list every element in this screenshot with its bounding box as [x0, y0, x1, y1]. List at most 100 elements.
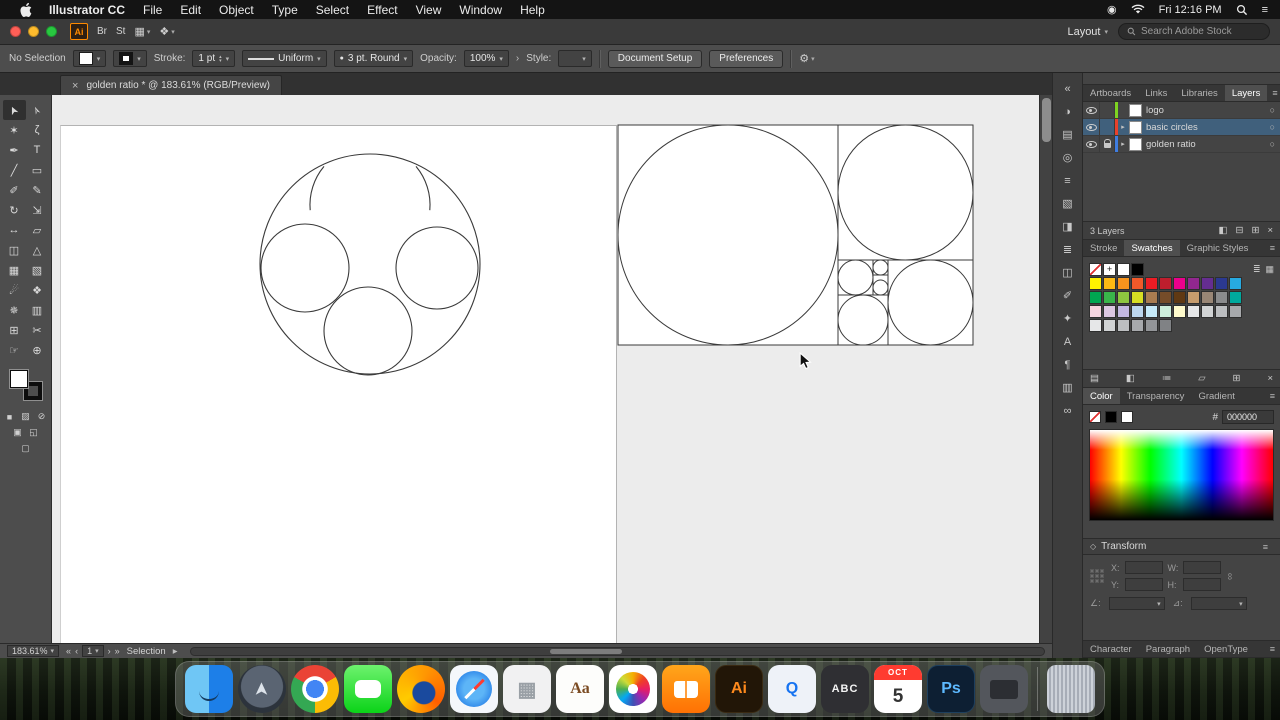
zoom-level-select[interactable]: 183.61% ▾ — [7, 645, 60, 657]
swatch-grid-view-icon[interactable]: ▦ — [1265, 264, 1274, 275]
tab-paragraph[interactable]: Paragraph — [1139, 641, 1197, 657]
dock-safari[interactable] — [450, 665, 498, 713]
align-panel-icon[interactable]: ≣ — [1058, 242, 1078, 257]
gradient-button[interactable]: ▨ — [20, 411, 31, 422]
swatch-ec008c[interactable] — [1173, 277, 1186, 290]
new-sublayer-icon[interactable]: ⊟ — [1236, 225, 1244, 236]
adobe-stock-search-input[interactable]: Search Adobe Stock — [1118, 23, 1270, 40]
tab-character[interactable]: Character — [1083, 641, 1139, 657]
panel-menu-icon[interactable]: ≡ — [1267, 85, 1280, 101]
gradient-panel-icon[interactable]: ▧ — [1058, 196, 1078, 211]
swatch-fffbcc[interactable] — [1173, 305, 1186, 318]
layer-lock-toggle[interactable] — [1100, 119, 1115, 135]
tab-transparency[interactable]: Transparency — [1120, 388, 1192, 404]
swatch-kinds-icon[interactable]: ◧ — [1126, 373, 1135, 384]
tab-graphic-styles[interactable]: Graphic Styles — [1180, 240, 1256, 256]
dock-chrome[interactable] — [291, 665, 339, 713]
menu-type[interactable]: Type — [263, 3, 307, 17]
swatch-d7df23[interactable] — [1131, 291, 1144, 304]
fill-indicator[interactable] — [8, 369, 29, 389]
reference-point-locator[interactable] — [1090, 569, 1104, 583]
prev-artboard-icon[interactable]: ‹ — [75, 646, 78, 656]
mesh-tool[interactable]: ▦ — [3, 260, 26, 280]
swatch-ffffff[interactable] — [1117, 263, 1130, 276]
first-artboard-icon[interactable]: « — [66, 646, 71, 656]
swatch-registration[interactable]: + — [1103, 263, 1116, 276]
swatch-bcbec0[interactable] — [1117, 319, 1130, 332]
layer-name[interactable]: golden ratio — [1146, 139, 1270, 150]
swatch-00a99d[interactable] — [1229, 291, 1242, 304]
shape-builder-tool[interactable]: ◫ — [3, 240, 26, 260]
links-panel-icon[interactable]: ∞ — [1058, 403, 1078, 418]
layer-name[interactable]: basic circles — [1146, 122, 1270, 133]
swatch-list-view-icon[interactable]: ≣ — [1253, 264, 1261, 275]
dock-photos[interactable] — [609, 665, 657, 713]
swatch-939598[interactable] — [1145, 319, 1158, 332]
tab-layers[interactable]: Layers — [1224, 85, 1268, 101]
layer-visibility-toggle[interactable] — [1083, 102, 1100, 118]
swatch-d1d3d4[interactable] — [1201, 305, 1214, 318]
menu-edit[interactable]: Edit — [171, 3, 210, 17]
swatch-2b3990[interactable] — [1215, 277, 1228, 290]
vertical-scrollbar[interactable] — [1039, 95, 1052, 643]
dock-utility-grid[interactable]: ▦ — [503, 665, 551, 713]
paintbrush-tool[interactable]: ✐ — [3, 180, 26, 200]
none-button[interactable]: ⊘ — [36, 411, 47, 422]
horizontal-scrollbar[interactable] — [190, 646, 1045, 656]
menu-file[interactable]: File — [134, 3, 171, 17]
new-color-group-icon[interactable]: ▱ — [1198, 373, 1205, 384]
color-spectrum[interactable] — [1089, 429, 1274, 521]
swatch-fdb913[interactable] — [1103, 277, 1116, 290]
direct-selection-tool[interactable]: ➢ — [26, 100, 49, 120]
layer-row-logo[interactable]: logo ○ — [1083, 102, 1280, 119]
swatch-603913[interactable] — [1173, 291, 1186, 304]
next-artboard-icon[interactable]: › — [108, 646, 111, 656]
blend-tool[interactable]: ❖ — [26, 280, 49, 300]
control-panel-options-icon[interactable]: ⚙ ▾ — [799, 52, 814, 65]
notification-center-icon[interactable]: ≡ — [1262, 4, 1268, 16]
transparency-panel-icon[interactable]: ◨ — [1058, 219, 1078, 234]
menubar-clock[interactable]: Fri 12:16 PM — [1159, 4, 1222, 16]
rotate-angle-select[interactable]: ▾ — [1108, 597, 1165, 610]
drawing-mode-button[interactable]: ▣ — [12, 427, 23, 438]
pen-tool[interactable]: ✒ — [3, 140, 26, 160]
swatch-libraries-icon[interactable]: ▤ — [1090, 373, 1099, 384]
workspace-switcher-icon[interactable]: ❖ ▾ — [159, 25, 174, 38]
dock-photoshop[interactable]: Ps — [927, 665, 975, 713]
dock-firefox[interactable] — [397, 665, 445, 713]
transform-x-input[interactable] — [1124, 561, 1163, 574]
tab-color[interactable]: Color — [1083, 388, 1120, 404]
swatch-c6eaf8[interactable] — [1145, 305, 1158, 318]
tab-links[interactable]: Links — [1138, 85, 1174, 101]
horizontal-scrollbar-thumb[interactable] — [549, 648, 622, 654]
apple-menu-icon[interactable] — [12, 2, 40, 17]
draw-behind-button[interactable]: ◱ — [28, 427, 39, 438]
swatch-cdeedb[interactable] — [1159, 305, 1172, 318]
transform-h-input[interactable] — [1183, 578, 1222, 591]
transform-w-input[interactable] — [1183, 561, 1222, 574]
swatch-a97c50[interactable] — [1145, 291, 1158, 304]
screen-record-icon[interactable]: ◉ — [1107, 3, 1117, 16]
dock-ibooks[interactable] — [662, 665, 710, 713]
opacity-input[interactable]: 100% ▾ — [463, 50, 509, 67]
bridge-button[interactable]: Br — [97, 26, 107, 37]
appearance-panel-icon[interactable]: ◎ — [1058, 150, 1078, 165]
zoom-tool[interactable]: ⊕ — [26, 340, 49, 360]
menubar-app-name[interactable]: Illustrator CC — [40, 3, 134, 17]
dock-trash[interactable] — [1047, 665, 1095, 713]
swatch-e6e7e8[interactable] — [1187, 305, 1200, 318]
layer-row-golden-ratio[interactable]: ▸ golden ratio ○ — [1083, 136, 1280, 153]
document-tab[interactable]: × golden ratio * @ 183.61% (RGB/Preview) — [60, 75, 283, 95]
layout-menu[interactable]: Layout ▾ — [1067, 26, 1108, 38]
swatch-bcbec0[interactable] — [1215, 305, 1228, 318]
panel-menu-icon[interactable]: ≡ — [1265, 388, 1280, 404]
color-panel-icon[interactable]: ◑ — [1058, 104, 1078, 119]
panel-menu-icon[interactable]: ≡ — [1265, 240, 1280, 256]
hex-value-input[interactable]: 000000 — [1222, 410, 1274, 424]
layer-row-basic-circles[interactable]: ▸ basic circles ○ — [1083, 119, 1280, 136]
none-color-swatch[interactable] — [1089, 411, 1101, 423]
swatch-dcc7e1[interactable] — [1103, 305, 1116, 318]
swatch-none[interactable] — [1089, 263, 1102, 276]
gradient-tool[interactable]: ▧ — [26, 260, 49, 280]
libraries-panel-icon[interactable]: ▥ — [1058, 380, 1078, 395]
